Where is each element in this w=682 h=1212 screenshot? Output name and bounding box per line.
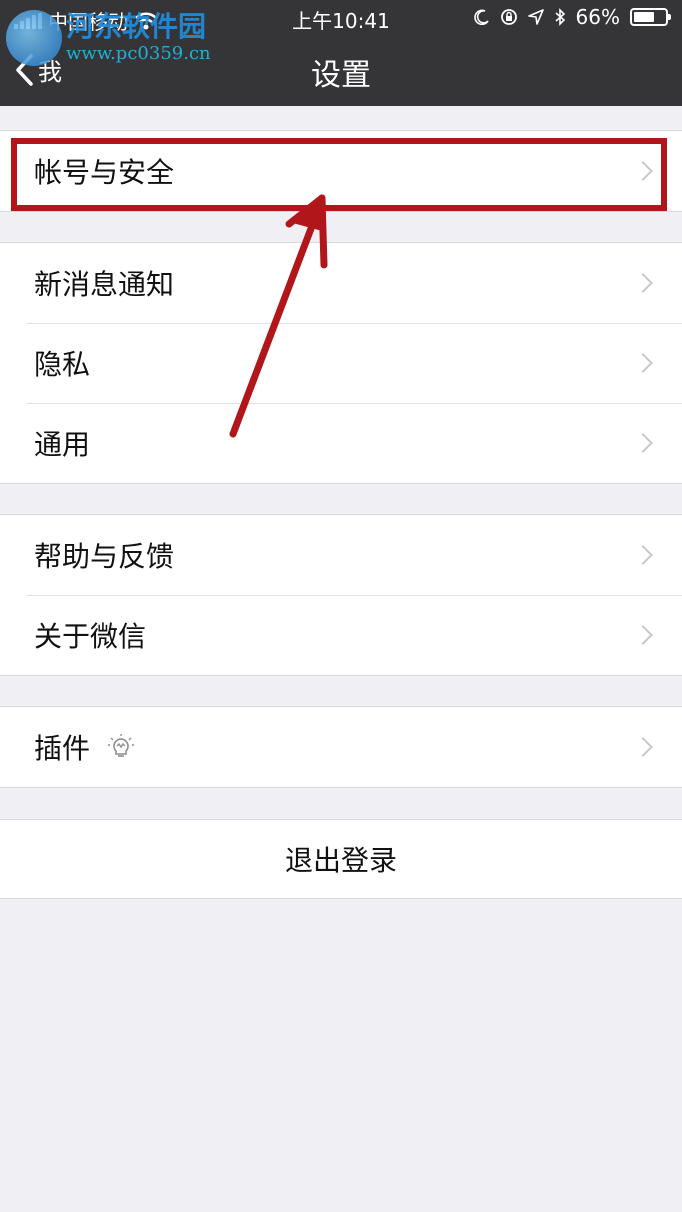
lightbulb-icon — [108, 734, 135, 757]
battery-icon — [630, 8, 671, 26]
settings-item-plugins[interactable]: 插件 — [0, 707, 682, 787]
bluetooth-icon — [555, 8, 565, 26]
chevron-right-icon — [633, 625, 653, 645]
settings-item-account-security[interactable]: 帐号与安全 — [0, 131, 682, 211]
settings-item-label: 隐私 — [34, 348, 91, 381]
chevron-right-icon — [633, 545, 653, 565]
logout-button[interactable]: 退出登录 — [0, 819, 682, 899]
settings-item-label: 插件 — [34, 732, 91, 765]
settings-item-about[interactable]: 关于微信 — [0, 595, 682, 675]
chevron-right-icon — [633, 273, 653, 293]
settings-item-label: 帐号与安全 — [34, 156, 175, 189]
orientation-lock-icon — [500, 9, 517, 25]
settings-group-help: 帮助与反馈 关于微信 — [0, 514, 682, 676]
settings-item-label: 通用 — [34, 428, 91, 461]
chevron-right-icon — [633, 161, 653, 181]
moon-icon — [473, 9, 489, 25]
settings-item-notifications[interactable]: 新消息通知 — [0, 243, 682, 323]
settings-group-plugins: 插件 — [0, 706, 682, 788]
settings-item-help-feedback[interactable]: 帮助与反馈 — [0, 515, 682, 595]
settings-item-privacy[interactable]: 隐私 — [0, 323, 682, 403]
chevron-right-icon — [633, 433, 653, 453]
settings-item-label: 帮助与反馈 — [34, 540, 175, 573]
logout-label: 退出登录 — [284, 844, 397, 877]
settings-group-general: 新消息通知 隐私 通用 — [0, 242, 682, 484]
chevron-right-icon — [633, 737, 653, 757]
battery-fill — [634, 12, 654, 22]
settings-item-general[interactable]: 通用 — [0, 403, 682, 483]
navigation-bar: 中国移动 上午10:41 66% 我 设置 — [0, 0, 682, 106]
battery-percent: 66% — [575, 5, 620, 29]
settings-item-label: 关于微信 — [34, 620, 147, 653]
status-right: 66% — [473, 5, 671, 29]
page-title: 设置 — [311, 58, 371, 93]
chevron-right-icon — [633, 353, 653, 373]
location-icon — [527, 9, 544, 25]
settings-item-label: 新消息通知 — [34, 268, 175, 301]
settings-group-account: 帐号与安全 — [0, 130, 682, 212]
status-bar: 中国移动 上午10:41 66% — [0, 0, 682, 36]
